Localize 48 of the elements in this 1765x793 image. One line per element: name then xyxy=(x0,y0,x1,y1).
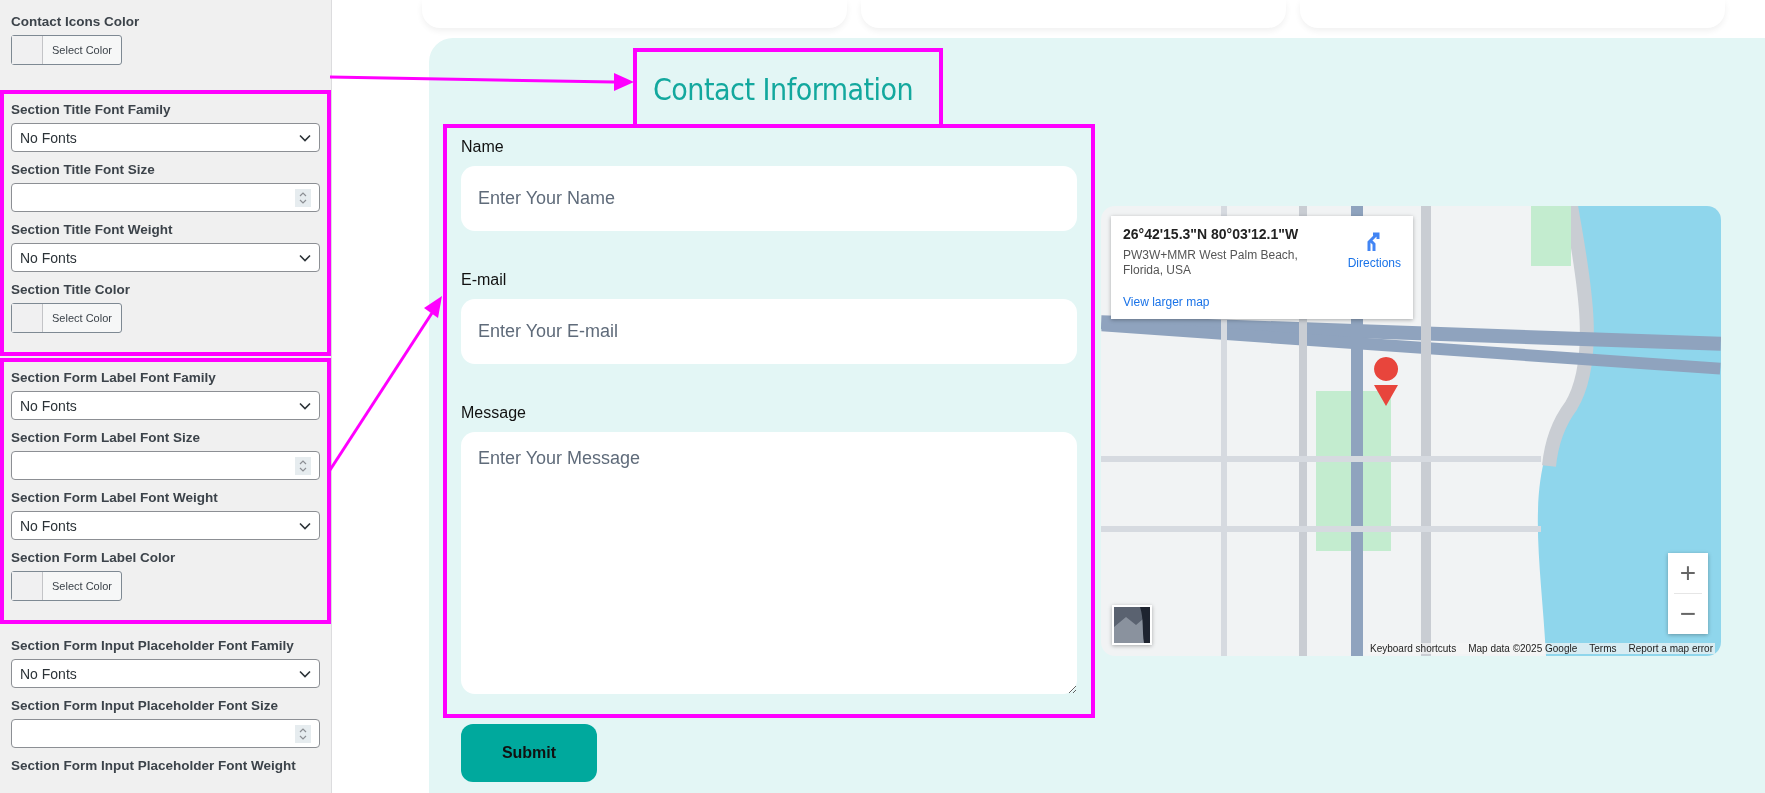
field-label: Section Title Font Size xyxy=(11,162,156,177)
chevron-down-icon xyxy=(299,669,311,678)
address: PW3W+MMR West Palm Beach, Florida, USA xyxy=(1123,248,1298,278)
section-title: Contact Information xyxy=(653,71,914,107)
field-label: Section Form Input Placeholder Font Family xyxy=(11,638,295,653)
field-label: E-mail xyxy=(461,271,507,289)
number-field[interactable] xyxy=(11,451,320,480)
dropdown[interactable]: No Fonts xyxy=(11,659,320,688)
select-color-button[interactable]: Select Color xyxy=(11,571,122,601)
field-label: Section Title Color xyxy=(11,282,131,297)
field-label: Section Title Font Family xyxy=(11,102,172,117)
field-label: Section Form Label Font Size xyxy=(11,430,202,445)
message-field[interactable]: Enter Your Message xyxy=(461,432,1077,694)
submit-button[interactable]: Submit xyxy=(461,724,597,782)
coordinates: 26°42'15.3"N 80°03'12.1"W xyxy=(1123,226,1300,242)
map-type-button[interactable] xyxy=(1112,605,1152,645)
satellite-thumbnail-icon xyxy=(1114,607,1150,643)
chevron-down-icon xyxy=(299,133,311,142)
select-color-button[interactable]: Select Color xyxy=(11,303,122,333)
dropdown[interactable]: No Fonts xyxy=(11,511,320,540)
field-label: Contact Icons Color xyxy=(11,14,141,29)
zoom-out-button[interactable]: − xyxy=(1668,594,1708,634)
chevron-down-icon xyxy=(299,521,311,530)
field-label: Section Form Label Color xyxy=(11,550,177,565)
chevron-down-icon xyxy=(299,253,311,262)
map-footer-link[interactable]: Report a map error xyxy=(1628,643,1713,654)
number-field[interactable] xyxy=(11,183,320,212)
input-field[interactable]: Enter Your Name xyxy=(461,166,1077,231)
field-label: Name xyxy=(461,138,504,156)
map-footer-link[interactable]: Terms xyxy=(1589,643,1617,654)
dropdown[interactable]: No Fonts xyxy=(11,123,320,152)
directions-link[interactable]: Directions xyxy=(1347,226,1401,278)
field-label: Section Form Input Placeholder Font Size xyxy=(11,698,280,713)
zoom-in-button[interactable]: + xyxy=(1668,553,1708,593)
input-field[interactable]: Enter Your E-mail xyxy=(461,299,1077,364)
number-field[interactable] xyxy=(11,719,320,748)
select-color-button[interactable]: Select Color xyxy=(11,35,122,65)
chevron-down-icon xyxy=(299,401,311,410)
field-label: Section Title Font Weight xyxy=(11,222,174,237)
dropdown[interactable]: No Fonts xyxy=(11,391,320,420)
map-footer-link[interactable]: Map data ©2025 Google xyxy=(1468,643,1578,654)
field-label: Section Form Input Placeholder Font Weight xyxy=(11,758,297,773)
field-label: Section Form Label Font Weight xyxy=(11,490,219,505)
field-label: Message xyxy=(461,404,526,422)
dropdown[interactable]: No Fonts xyxy=(11,243,320,272)
map-footer-link[interactable]: Keyboard shortcuts xyxy=(1370,643,1457,654)
field-label: Section Form Label Font Family xyxy=(11,370,217,385)
view-larger-map-link[interactable]: View larger map xyxy=(1123,295,1340,309)
